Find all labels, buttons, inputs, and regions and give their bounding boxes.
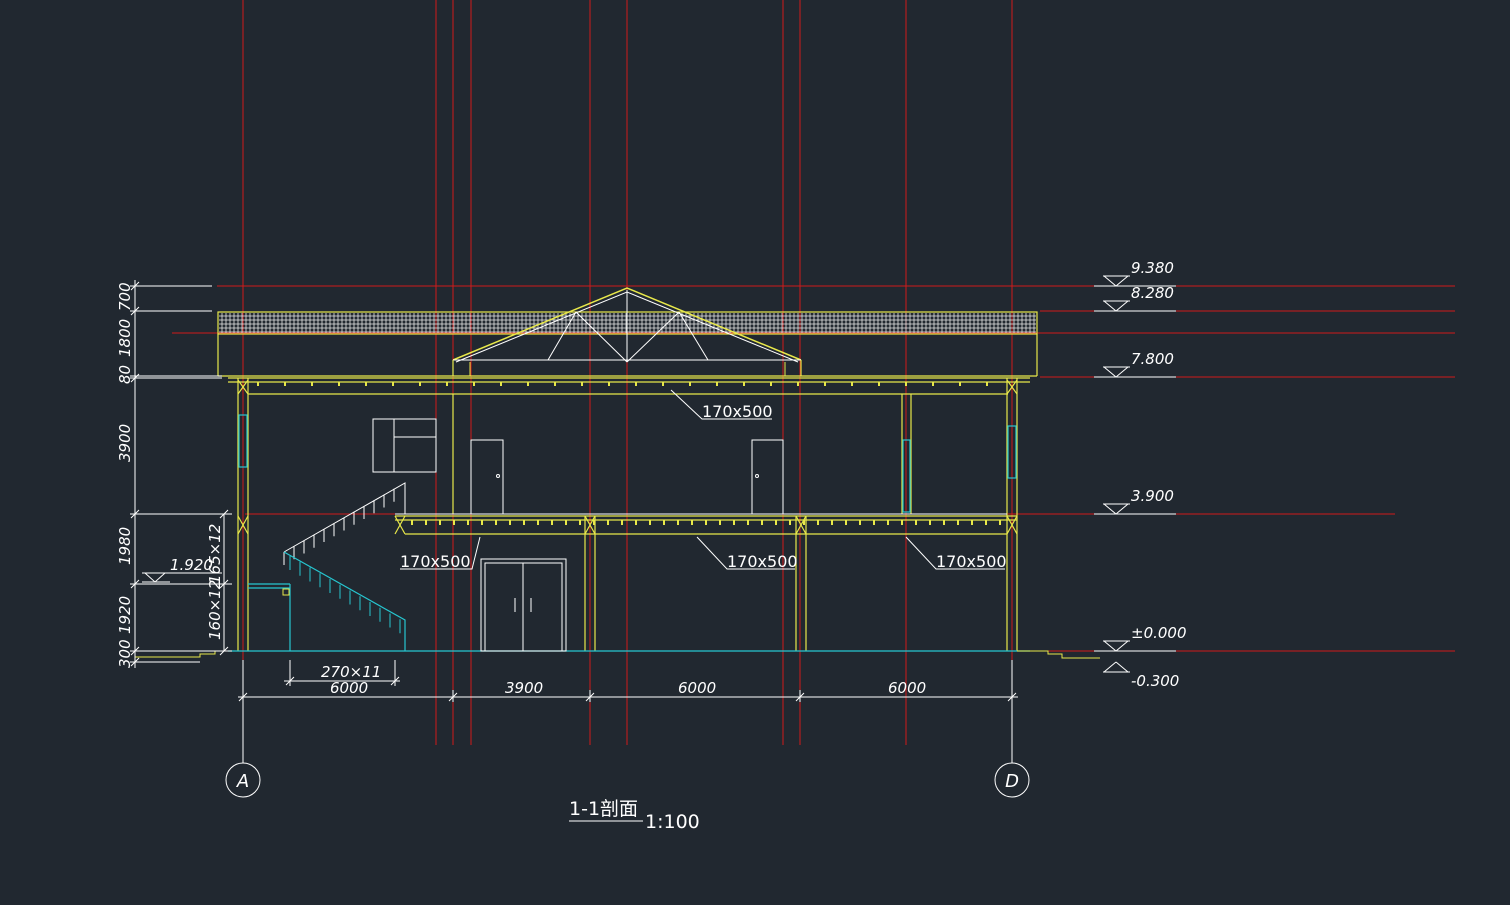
- floor-slab: [395, 513, 1017, 535]
- elevation-8280: 8.280: [1131, 284, 1174, 302]
- axis-lines: [172, 0, 1455, 760]
- elevation-0000: ±0.000: [1131, 624, 1187, 642]
- stair: [248, 482, 406, 651]
- elevation-markers: [1094, 275, 1176, 673]
- elevation-9380: 9.380: [1131, 259, 1174, 277]
- drawing-title: 1-1剖面: [569, 798, 638, 820]
- elevation-7800: 7.800: [1131, 350, 1174, 368]
- floor-slab-ticks: [411, 520, 1001, 525]
- axis-label-a: A: [236, 771, 249, 792]
- drawing-scale: 1:100: [645, 811, 700, 833]
- dim-bay-1: 6000: [330, 679, 368, 697]
- dim-bay-3: 6000: [678, 679, 716, 697]
- beam-label-floor-3: 170x500: [936, 552, 1007, 571]
- dim-3900: 3900: [116, 424, 134, 462]
- dim-1920: 1920: [116, 596, 134, 634]
- elevation-minus-0300: -0.300: [1131, 672, 1179, 690]
- dim-stair-upper: 165×12: [206, 524, 224, 584]
- dim-300: 300: [116, 639, 134, 668]
- dim-700: 700: [116, 282, 134, 311]
- dim-80: 80: [116, 365, 134, 384]
- elevation-landing: 1.920: [170, 556, 213, 574]
- dim-bay-4: 6000: [888, 679, 926, 697]
- beam-label-floor-1: 170x500: [400, 552, 471, 571]
- upper-cabinet: [372, 418, 437, 473]
- doors: [372, 418, 784, 652]
- dim-stair-lower: 160×12: [206, 580, 224, 640]
- beam-label-floor-2: 170x500: [727, 552, 798, 571]
- section-drawing-canvas: 170x500 170x500 170x500 170x500 700 1800…: [116, 0, 1455, 833]
- beam-label-roof: 170x500: [702, 402, 773, 421]
- axis-label-d: D: [1005, 771, 1019, 792]
- dim-1800: 1800: [116, 319, 134, 357]
- ground: [135, 650, 1100, 659]
- elevation-3900: 3.900: [1131, 487, 1174, 505]
- dim-1980: 1980: [116, 527, 134, 565]
- dim-bay-2: 3900: [505, 679, 543, 697]
